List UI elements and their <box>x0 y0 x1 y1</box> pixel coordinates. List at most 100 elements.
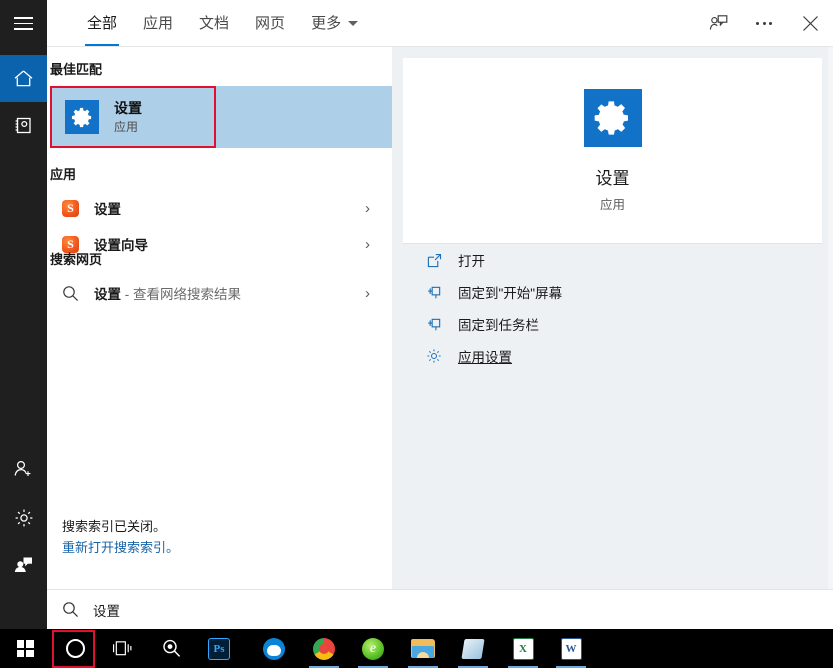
action-pin-to-taskbar[interactable]: 固定到任务栏 <box>403 308 822 340</box>
chevron-right-icon[interactable]: › <box>365 286 370 301</box>
close-icon <box>802 16 818 31</box>
feedback-person-icon <box>14 557 32 572</box>
windows-logo-icon <box>16 640 34 657</box>
gear-icon <box>15 509 32 526</box>
index-notice-text: 搜索索引已关闭。 <box>62 519 167 535</box>
preview-card: 设置 应用 <box>403 58 822 243</box>
search-input[interactable]: 设置 <box>93 600 120 620</box>
qq-browser-icon <box>263 637 285 660</box>
list-item-web-settings[interactable]: 设置 - 查看网络搜索结果 › <box>47 275 392 311</box>
feedback-icon <box>709 15 727 30</box>
start-button[interactable] <box>2 629 48 668</box>
task-view-icon <box>112 641 131 656</box>
magnifier-glyph <box>63 602 79 618</box>
pin-icon <box>424 285 444 300</box>
best-match-subtitle: 应用 <box>114 119 139 134</box>
preview-pane: 设置 应用 打开 固定到"开始"屏幕 固定到任务栏 应用设置 <box>392 47 833 589</box>
magnifier-glyph <box>63 285 79 301</box>
photoshop-icon: Ps <box>208 637 230 660</box>
search-bar[interactable]: 设置 <box>47 589 833 629</box>
action-app-settings[interactable]: 应用设置 <box>403 340 822 372</box>
gear-glyph <box>71 107 91 127</box>
action-label: 固定到"开始"屏幕 <box>458 286 563 301</box>
onenote-button[interactable] <box>450 629 496 668</box>
ellipsis-icon <box>756 22 772 25</box>
word-icon: W <box>560 637 582 660</box>
tab-all[interactable]: 全部 <box>74 0 130 47</box>
tab-web[interactable]: 网页 <box>242 0 298 47</box>
search-magnifier-button[interactable] <box>148 629 194 668</box>
chrome-button[interactable] <box>301 629 347 668</box>
tab-documents[interactable]: 文档 <box>186 0 242 47</box>
close-button[interactable] <box>787 0 833 47</box>
pane-right-edge <box>828 47 833 589</box>
search-magnifier-icon <box>162 639 180 657</box>
cortana-button[interactable] <box>52 629 98 668</box>
action-pin-to-start[interactable]: 固定到"开始"屏幕 <box>403 276 822 308</box>
reenable-index-link[interactable]: 重新打开搜索索引。 <box>62 538 179 559</box>
sidebar-item-add-user[interactable] <box>0 445 47 492</box>
left-nav-rail <box>0 0 47 629</box>
word-button[interactable]: W <box>548 629 594 668</box>
sidebar-item-settings[interactable] <box>0 494 47 541</box>
excel-icon: X <box>512 637 534 660</box>
apps-heading: 应用 <box>50 167 77 182</box>
search-index-notice: 搜索索引已关闭。 重新打开搜索索引。 <box>62 517 179 559</box>
sidebar-item-notebook[interactable] <box>0 102 47 149</box>
list-item-label: 设置 <box>94 202 121 217</box>
chrome-icon <box>313 637 335 660</box>
tab-apps[interactable]: 应用 <box>130 0 186 47</box>
web-item-query: 设置 <box>94 287 121 302</box>
search-icon <box>62 285 84 302</box>
best-match-item[interactable]: 设置 应用 <box>50 86 392 148</box>
sogou-icon: S <box>62 199 84 217</box>
pin-icon <box>424 317 444 332</box>
photoshop-button[interactable]: Ps <box>196 629 242 668</box>
feedback-button[interactable] <box>695 0 741 47</box>
action-label: 应用设置 <box>458 350 512 365</box>
best-match-text: 设置 应用 <box>114 99 142 136</box>
action-label: 固定到任务栏 <box>458 318 539 333</box>
more-options-button[interactable] <box>741 0 787 47</box>
notebook-icon <box>15 117 31 134</box>
file-explorer-button[interactable] <box>400 629 446 668</box>
preview-subtitle: 应用 <box>599 197 625 212</box>
window-controls <box>695 0 833 47</box>
tab-web-label: 网页 <box>255 15 286 32</box>
pin-glyph <box>427 286 440 298</box>
web-item-suffix: - 查看网络搜索结果 <box>121 287 241 302</box>
tab-all-label: 全部 <box>87 15 118 32</box>
ie-browser-icon: e <box>362 637 384 660</box>
tab-more-label: 更多 <box>311 15 342 32</box>
hamburger-menu-button[interactable] <box>0 0 47 47</box>
preview-actions: 打开 固定到"开始"屏幕 固定到任务栏 应用设置 <box>403 244 822 372</box>
list-item-app-settings[interactable]: S 设置 › <box>47 190 392 226</box>
home-icon <box>14 70 33 87</box>
action-open[interactable]: 打开 <box>403 244 822 276</box>
tab-more[interactable]: 更多 <box>298 0 371 47</box>
excel-button[interactable]: X <box>500 629 546 668</box>
folder-icon <box>411 639 435 658</box>
chevron-right-icon[interactable]: › <box>365 201 370 216</box>
search-flyout-window: 全部 应用 文档 网页 更多 最佳匹配 设置 应用 应用 S 设置 › S 设置… <box>0 0 833 668</box>
sidebar-item-feedback[interactable] <box>0 541 47 588</box>
best-match-title: 设置 <box>114 99 142 116</box>
add-user-icon <box>14 460 31 476</box>
search-icon <box>62 601 79 618</box>
onenote-icon <box>461 638 485 659</box>
list-item-label: 设置 - 查看网络搜索结果 <box>94 283 241 303</box>
gear-icon <box>424 348 444 364</box>
qq-browser-button[interactable] <box>251 629 297 668</box>
tab-apps-label: 应用 <box>143 15 174 32</box>
pin-glyph <box>427 318 440 330</box>
task-view-button[interactable] <box>99 629 145 668</box>
tab-list: 全部 应用 文档 网页 更多 <box>74 0 371 47</box>
settings-gear-icon <box>65 100 99 134</box>
open-external-icon <box>424 253 444 268</box>
gear-glyph <box>594 100 628 135</box>
ie-browser-button[interactable]: e <box>350 629 396 668</box>
web-section: 搜索网页 设置 - 查看网络搜索结果 › <box>47 237 392 311</box>
action-label: 打开 <box>458 254 485 269</box>
sidebar-item-home[interactable] <box>0 55 47 102</box>
web-search-heading: 搜索网页 <box>50 252 103 267</box>
